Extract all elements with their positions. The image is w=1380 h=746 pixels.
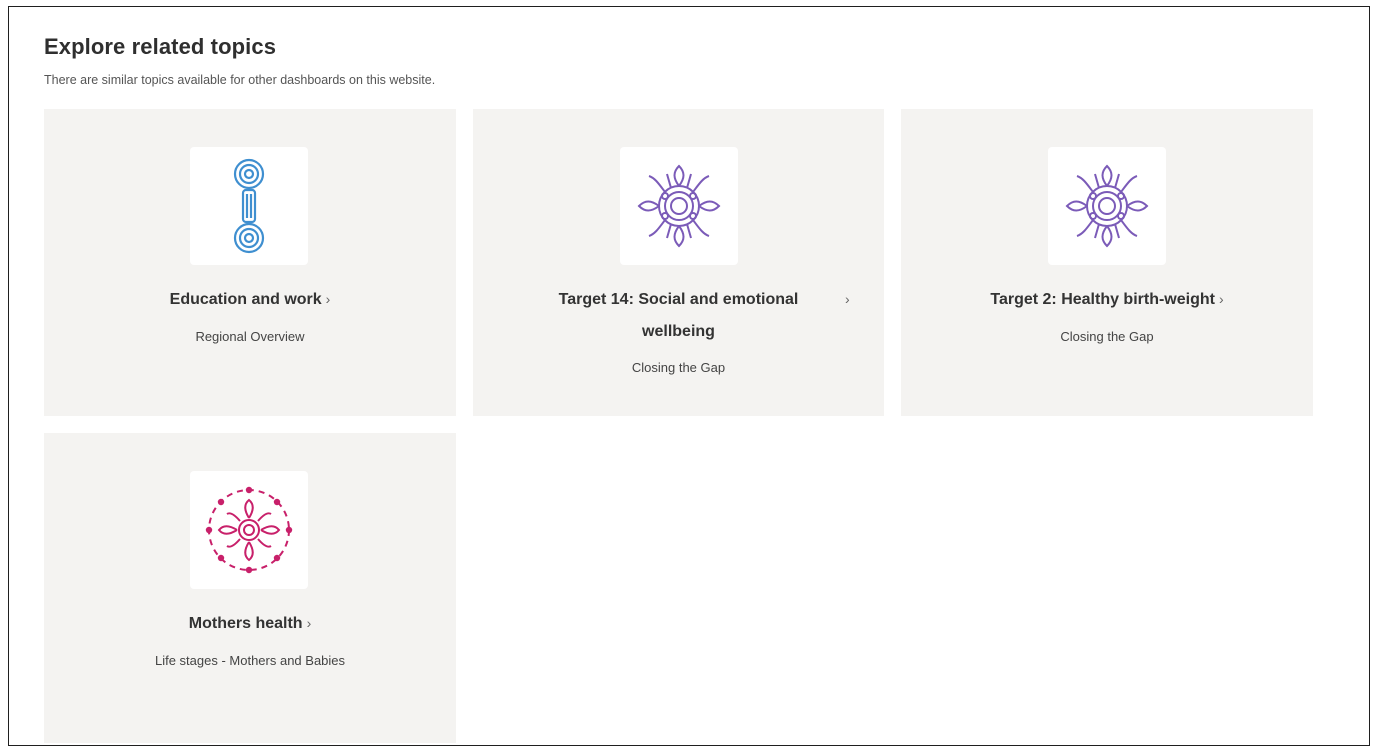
card-title-text: Target 2: Healthy birth-weight (990, 291, 1215, 308)
chevron-right-icon: › (306, 615, 312, 631)
chevron-right-icon: › (845, 291, 850, 307)
card-subtitle: Closing the Gap (1060, 329, 1154, 344)
card-title-line2: wellbeing (642, 323, 715, 340)
section-title: Explore related topics (44, 34, 277, 59)
radiating-sun-icon (1065, 164, 1149, 248)
card-subtitle: Regional Overview (195, 329, 305, 344)
topic-card-target-2[interactable]: Target 2: Healthy birth-weight › Closing … (901, 109, 1313, 416)
topic-card-mothers-health[interactable]: Mothers health › Life stages - Mothers an… (44, 433, 456, 743)
card-title[interactable]: Target 14: Social and emotional wellbein… (473, 289, 884, 342)
card-title[interactable]: Education and work › (44, 289, 456, 310)
chevron-right-icon: › (1218, 291, 1224, 307)
card-icon-tile (1048, 147, 1166, 265)
card-title-text: Education and work (169, 291, 322, 308)
radiating-sun-icon (637, 164, 721, 248)
card-icon-tile (620, 147, 738, 265)
card-subtitle: Life stages - Mothers and Babies (154, 653, 346, 668)
card-title-line1: Target 14: Social and emotional (558, 291, 799, 308)
topic-card-target-14[interactable]: Target 14: Social and emotional wellbein… (473, 109, 884, 416)
card-icon-tile (190, 471, 308, 589)
card-title[interactable]: Mothers health › (44, 613, 456, 634)
card-title-text: Mothers health (188, 615, 303, 632)
chevron-right-icon: › (325, 291, 331, 307)
card-icon-tile (190, 147, 308, 265)
card-title[interactable]: Target 2: Healthy birth-weight › (901, 289, 1313, 310)
section-subtitle: There are similar topics available for o… (44, 73, 436, 87)
card-subtitle: Closing the Gap (631, 360, 726, 375)
dotted-ring-flower-icon (205, 486, 293, 574)
topic-card-education-and-work[interactable]: Education and work › Regional Overview (44, 109, 456, 416)
concentric-circles-link-icon (233, 158, 265, 254)
